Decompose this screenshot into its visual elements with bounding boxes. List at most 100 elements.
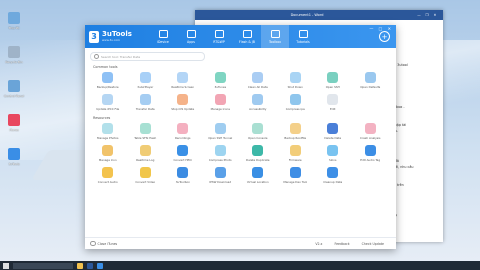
desktop-icon[interactable]: 3uTools (2, 148, 26, 178)
search-placeholder: Search tool: Transfer Data (101, 54, 141, 59)
tool-skins[interactable]: Skins (314, 142, 352, 164)
desktop-icon[interactable]: iTunes (2, 114, 26, 144)
tool-crash-analysis[interactable]: Crash Analysis (352, 120, 390, 142)
3utools-taskbar-icon[interactable] (97, 262, 103, 269)
tool-label: Cleanup Data (323, 180, 343, 184)
minimize-icon[interactable]: — (415, 13, 423, 17)
desktop-icons: This PC Recycle Bin Control Panel iTunes 3uT… (2, 12, 26, 182)
tool-icon (252, 123, 264, 134)
tool-compress-photo[interactable]: Compress Photo (202, 142, 240, 164)
tool-manage-photos[interactable]: Manage Photos (89, 120, 127, 142)
tool-open-console[interactable]: Open Console (239, 120, 277, 142)
tool-shut-down[interactable]: Shut Down (277, 69, 315, 91)
taskbar-search[interactable] (13, 262, 73, 269)
tool-firmware[interactable]: Firmware (277, 142, 315, 164)
desktop-icon[interactable]: This PC (2, 12, 26, 42)
tool-icon (252, 145, 264, 156)
tool-3uairplayer[interactable]: 3uAirPlayer (127, 69, 165, 91)
tool-label: Convert HEIC (173, 158, 193, 162)
tool-realtime-log[interactable]: Realtime Log (127, 142, 165, 164)
tool-search-input[interactable]: Search tool: Transfer Data (90, 52, 205, 61)
tool-icon (102, 94, 114, 105)
tool-label: 3uTunes (214, 85, 227, 89)
file-explorer-icon[interactable] (77, 262, 83, 269)
tool-icon (252, 72, 264, 83)
desktop-icon-graphic (8, 12, 20, 24)
tool-update-ipcc-file[interactable]: Update iPCC File (89, 91, 127, 113)
desktop-icon-graphic (8, 114, 20, 126)
tool-icon (327, 123, 339, 134)
tool-recordings[interactable]: Recordings (164, 120, 202, 142)
checkbox-icon[interactable] (90, 240, 96, 247)
tool-label: Open Console (248, 136, 268, 140)
tool-convert-heic[interactable]: Convert HEIC (164, 142, 202, 164)
desktop-icon-graphic (8, 80, 20, 92)
tool-icon (102, 72, 114, 83)
tool-icon (214, 72, 226, 83)
tool-transfer-data[interactable]: Transfer Data (127, 91, 165, 113)
tool-backup-restore[interactable]: Backup/Restore (89, 69, 127, 91)
tool-open-ssh[interactable]: Open SSH (314, 69, 352, 91)
tool-convert-video[interactable]: Convert Video (127, 164, 165, 186)
tool-table-sfsi-hash[interactable]: Table SFSI Hash (127, 120, 165, 142)
desktop-icon[interactable]: Control Panel (2, 80, 26, 110)
apps-icon (186, 29, 196, 38)
word-taskbar-icon[interactable] (87, 262, 93, 269)
tool-stop-ios-update[interactable]: Stop iOS Update (164, 91, 202, 113)
tool-label: Manage Photos (97, 136, 119, 140)
tool-label: Stop iOS Update (171, 107, 195, 111)
word-document-text[interactable]: qua 3utoolToolbox -- Nhập tàikiều.số đãi… (390, 50, 440, 218)
add-icon[interactable]: + (379, 31, 390, 42)
close-itunes-toggle[interactable]: Close iTunes (85, 240, 315, 247)
ringtone-icon (214, 29, 224, 38)
tool-open-ssh-tunnel[interactable]: Open SSH Tunnel (202, 120, 240, 142)
tab-tutorials[interactable]: Tutorials (289, 25, 317, 48)
tool-edit[interactable]: Edit (314, 91, 352, 113)
tool-3utunes[interactable]: 3uTunes (202, 69, 240, 91)
desktop-icon-graphic (8, 46, 20, 58)
tool-convert-audio[interactable]: Convert Audio (89, 164, 127, 186)
tab-apps[interactable]: Apps (177, 25, 205, 48)
tool-cleanup-data[interactable]: Cleanup Data (314, 164, 352, 186)
toolbox-sections: Common tools Backup/Restore 3uAirPlayer Rea… (85, 65, 396, 186)
tool-ipsw-download[interactable]: IPSW Download (202, 164, 240, 186)
window-controls[interactable]: — □ ✕ (369, 26, 393, 31)
tutorials-icon (298, 29, 308, 38)
taskbar (0, 261, 480, 270)
start-button[interactable] (3, 262, 9, 269)
tool-edit-audio-tag[interactable]: Edit Audio Tag (352, 142, 390, 164)
tool-icon (102, 123, 114, 134)
tool-manage-icons[interactable]: Manage Icons (202, 91, 240, 113)
tool-icon (289, 123, 301, 134)
tool-delete-data[interactable]: Delete Data (314, 120, 352, 142)
restore-icon[interactable]: ❐ (423, 13, 431, 17)
check-update-link[interactable]: Check Update (362, 242, 384, 246)
tool-label: Delete Data (324, 136, 342, 140)
tool-icon (139, 145, 151, 156)
3utools-window[interactable]: 3 3uTools www.3u.com iDevice Apps RT&WP Fla… (85, 25, 396, 249)
tool-accessibility[interactable]: Accessibility (239, 91, 277, 113)
tool-compress-ipa[interactable]: Compress ipa (277, 91, 315, 113)
tool-clean-all-data[interactable]: Clean All Data (239, 69, 277, 91)
close-icon[interactable]: ✕ (431, 13, 439, 17)
tool-backup-rootfile[interactable]: Backup Rootfile (277, 120, 315, 142)
tool-realtime-screen[interactable]: Realtime Screen (164, 69, 202, 91)
tool-virtual-location[interactable]: Virtual Location (239, 164, 277, 186)
word-titlebar[interactable]: Document1 - Word — ❐ ✕ (195, 10, 443, 20)
tool-label: Manage Icon (98, 158, 117, 162)
feedback-link[interactable]: Feedback (334, 242, 349, 246)
tool-icon (139, 94, 151, 105)
desktop-icon[interactable]: Recycle Bin (2, 46, 26, 76)
tab-rt-wp[interactable]: RT&WP (205, 25, 233, 48)
app-logo: 3 3uTools www.3u.com (85, 30, 149, 43)
tab-idevice[interactable]: iDevice (149, 25, 177, 48)
tool-3utoolbox[interactable]: 3uToolbox (164, 164, 202, 186)
tool-label: Backup Rootfile (284, 136, 307, 140)
tab-toolbox[interactable]: Toolbox (261, 25, 289, 48)
tool-manage-dev-tool[interactable]: Manage Dev Tool (277, 164, 315, 186)
tab-flash-jb[interactable]: Flash & JB (233, 25, 261, 48)
tool-delete-duplicate[interactable]: Delete Duplicate (239, 142, 277, 164)
tool-open-defaults[interactable]: Open Defaults (352, 69, 390, 91)
tool-manage-icon[interactable]: Manage Icon (89, 142, 127, 164)
tab-label: Toolbox (269, 39, 281, 44)
